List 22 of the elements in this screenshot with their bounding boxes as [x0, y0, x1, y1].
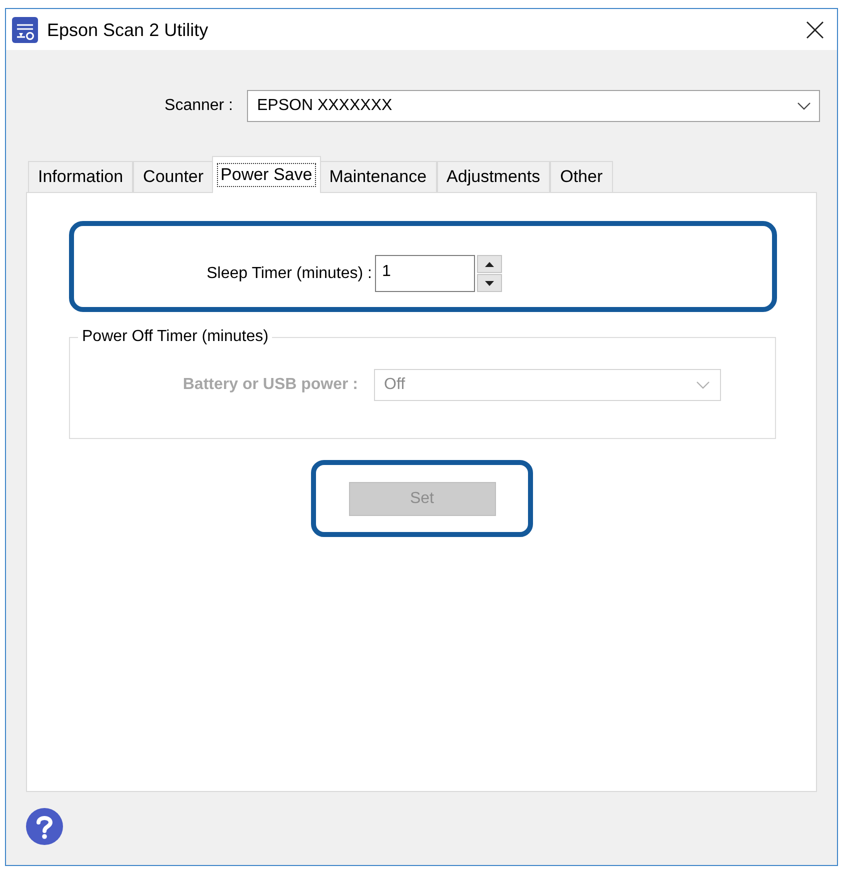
triangle-up-icon	[485, 262, 494, 266]
tab[interactable]: Information	[28, 161, 134, 193]
group-title: Power Off Timer (minutes)	[81, 327, 270, 347]
triangle-down-icon	[485, 280, 494, 286]
tab[interactable]: Maintenance	[319, 161, 437, 193]
help-icon[interactable]	[26, 808, 63, 845]
window-title: Epson Scan 2 Utility	[47, 18, 208, 40]
close-icon	[806, 20, 824, 38]
battery-power-label: Battery or USB power :	[182, 375, 358, 395]
chevron-down-icon	[797, 102, 811, 110]
spin-up-button[interactable]	[477, 255, 502, 273]
sleep-timer-input[interactable]: 1	[375, 255, 475, 292]
scanner-dropdown[interactable]: EPSON XXXXXXX	[247, 90, 820, 122]
chevron-down-icon	[696, 381, 710, 389]
tab[interactable]: Power Save	[212, 156, 322, 193]
spin-down-button[interactable]	[477, 274, 502, 292]
app-icon	[12, 16, 38, 42]
sleep-timer-label: Sleep Timer (minutes) :	[206, 264, 372, 284]
tab[interactable]: Counter	[133, 161, 214, 193]
scanner-label: Scanner :	[164, 96, 233, 116]
tab[interactable]: Other	[550, 161, 613, 193]
tab[interactable]: Adjustments	[436, 161, 550, 193]
